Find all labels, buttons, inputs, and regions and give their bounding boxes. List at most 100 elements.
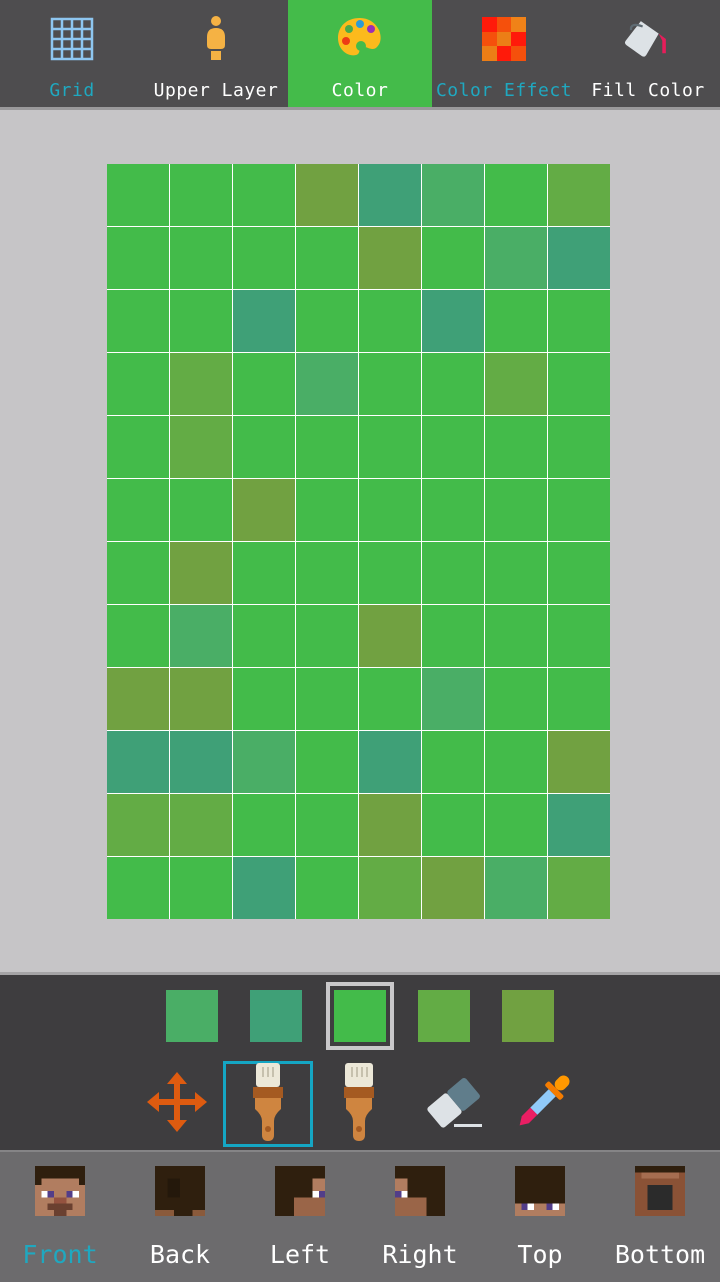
grid-cell[interactable] <box>422 164 484 226</box>
grid-cell[interactable] <box>359 794 421 856</box>
grid-cell[interactable] <box>107 416 169 478</box>
grid-cell[interactable] <box>170 479 232 541</box>
grid-cell[interactable] <box>170 290 232 352</box>
grid-cell[interactable] <box>296 164 358 226</box>
face-bottom[interactable]: Bottom <box>600 1152 720 1282</box>
grid-cell[interactable] <box>422 479 484 541</box>
grid-cell[interactable] <box>233 227 295 289</box>
pixel-grid[interactable] <box>107 164 610 919</box>
grid-cell[interactable] <box>170 353 232 415</box>
grid-cell[interactable] <box>170 416 232 478</box>
grid-cell[interactable] <box>233 731 295 793</box>
grid-cell[interactable] <box>296 227 358 289</box>
color-swatch[interactable] <box>418 990 470 1042</box>
grid-cell[interactable] <box>233 479 295 541</box>
grid-cell[interactable] <box>359 164 421 226</box>
grid-cell[interactable] <box>359 857 421 919</box>
tab-grid[interactable]: Grid <box>0 0 144 107</box>
grid-cell[interactable] <box>107 731 169 793</box>
grid-cell[interactable] <box>359 668 421 730</box>
grid-cell[interactable] <box>422 605 484 667</box>
grid-cell[interactable] <box>548 353 610 415</box>
grid-cell[interactable] <box>422 731 484 793</box>
grid-cell[interactable] <box>548 479 610 541</box>
grid-cell[interactable] <box>548 227 610 289</box>
grid-cell[interactable] <box>485 164 547 226</box>
grid-cell[interactable] <box>233 416 295 478</box>
grid-cell[interactable] <box>170 227 232 289</box>
color-swatch[interactable] <box>326 982 394 1050</box>
grid-cell[interactable] <box>359 353 421 415</box>
grid-cell[interactable] <box>548 164 610 226</box>
tab-color-effect[interactable]: Color Effect <box>432 0 576 107</box>
grid-cell[interactable] <box>422 290 484 352</box>
grid-cell[interactable] <box>422 542 484 604</box>
grid-cell[interactable] <box>233 542 295 604</box>
color-swatch[interactable] <box>502 990 554 1042</box>
face-left[interactable]: Left <box>240 1152 360 1282</box>
grid-cell[interactable] <box>233 668 295 730</box>
grid-cell[interactable] <box>548 794 610 856</box>
grid-cell[interactable] <box>485 668 547 730</box>
grid-cell[interactable] <box>107 794 169 856</box>
grid-cell[interactable] <box>233 164 295 226</box>
grid-cell[interactable] <box>107 290 169 352</box>
grid-cell[interactable] <box>548 605 610 667</box>
face-top[interactable]: Top <box>480 1152 600 1282</box>
grid-cell[interactable] <box>422 794 484 856</box>
grid-cell[interactable] <box>107 479 169 541</box>
grid-cell[interactable] <box>107 857 169 919</box>
tab-color[interactable]: Color <box>288 0 432 107</box>
grid-cell[interactable] <box>548 416 610 478</box>
grid-cell[interactable] <box>548 731 610 793</box>
grid-cell[interactable] <box>422 416 484 478</box>
grid-cell[interactable] <box>233 605 295 667</box>
grid-cell[interactable] <box>296 794 358 856</box>
color-swatch[interactable] <box>166 990 218 1042</box>
grid-cell[interactable] <box>359 416 421 478</box>
grid-cell[interactable] <box>485 542 547 604</box>
noise-brush-tool-button[interactable] <box>316 1061 402 1147</box>
tab-fill-color[interactable]: Fill Color <box>576 0 720 107</box>
grid-cell[interactable] <box>296 479 358 541</box>
grid-cell[interactable] <box>170 605 232 667</box>
grid-cell[interactable] <box>233 794 295 856</box>
grid-cell[interactable] <box>485 227 547 289</box>
grid-cell[interactable] <box>485 605 547 667</box>
grid-cell[interactable] <box>359 605 421 667</box>
grid-cell[interactable] <box>170 668 232 730</box>
grid-cell[interactable] <box>485 731 547 793</box>
face-front[interactable]: Front <box>0 1152 120 1282</box>
grid-cell[interactable] <box>422 857 484 919</box>
grid-cell[interactable] <box>296 731 358 793</box>
grid-cell[interactable] <box>296 416 358 478</box>
grid-cell[interactable] <box>548 668 610 730</box>
grid-cell[interactable] <box>359 542 421 604</box>
grid-cell[interactable] <box>422 353 484 415</box>
grid-cell[interactable] <box>422 668 484 730</box>
eraser-tool-button[interactable] <box>410 1061 496 1147</box>
tab-upper-layer[interactable]: Upper Layer <box>144 0 288 107</box>
grid-cell[interactable] <box>422 227 484 289</box>
grid-cell[interactable] <box>170 542 232 604</box>
eyedropper-tool-button[interactable] <box>500 1061 586 1147</box>
grid-cell[interactable] <box>296 353 358 415</box>
grid-cell[interactable] <box>233 290 295 352</box>
grid-cell[interactable] <box>107 668 169 730</box>
grid-cell[interactable] <box>359 731 421 793</box>
grid-cell[interactable] <box>233 857 295 919</box>
grid-cell[interactable] <box>170 857 232 919</box>
grid-cell[interactable] <box>107 227 169 289</box>
color-swatch[interactable] <box>250 990 302 1042</box>
brush-tool-button[interactable] <box>223 1061 313 1147</box>
grid-cell[interactable] <box>359 227 421 289</box>
grid-cell[interactable] <box>359 290 421 352</box>
grid-cell[interactable] <box>548 857 610 919</box>
grid-cell[interactable] <box>170 794 232 856</box>
grid-cell[interactable] <box>548 542 610 604</box>
grid-cell[interactable] <box>485 857 547 919</box>
move-tool-button[interactable] <box>134 1061 220 1147</box>
grid-cell[interactable] <box>485 416 547 478</box>
grid-cell[interactable] <box>485 290 547 352</box>
grid-cell[interactable] <box>296 857 358 919</box>
